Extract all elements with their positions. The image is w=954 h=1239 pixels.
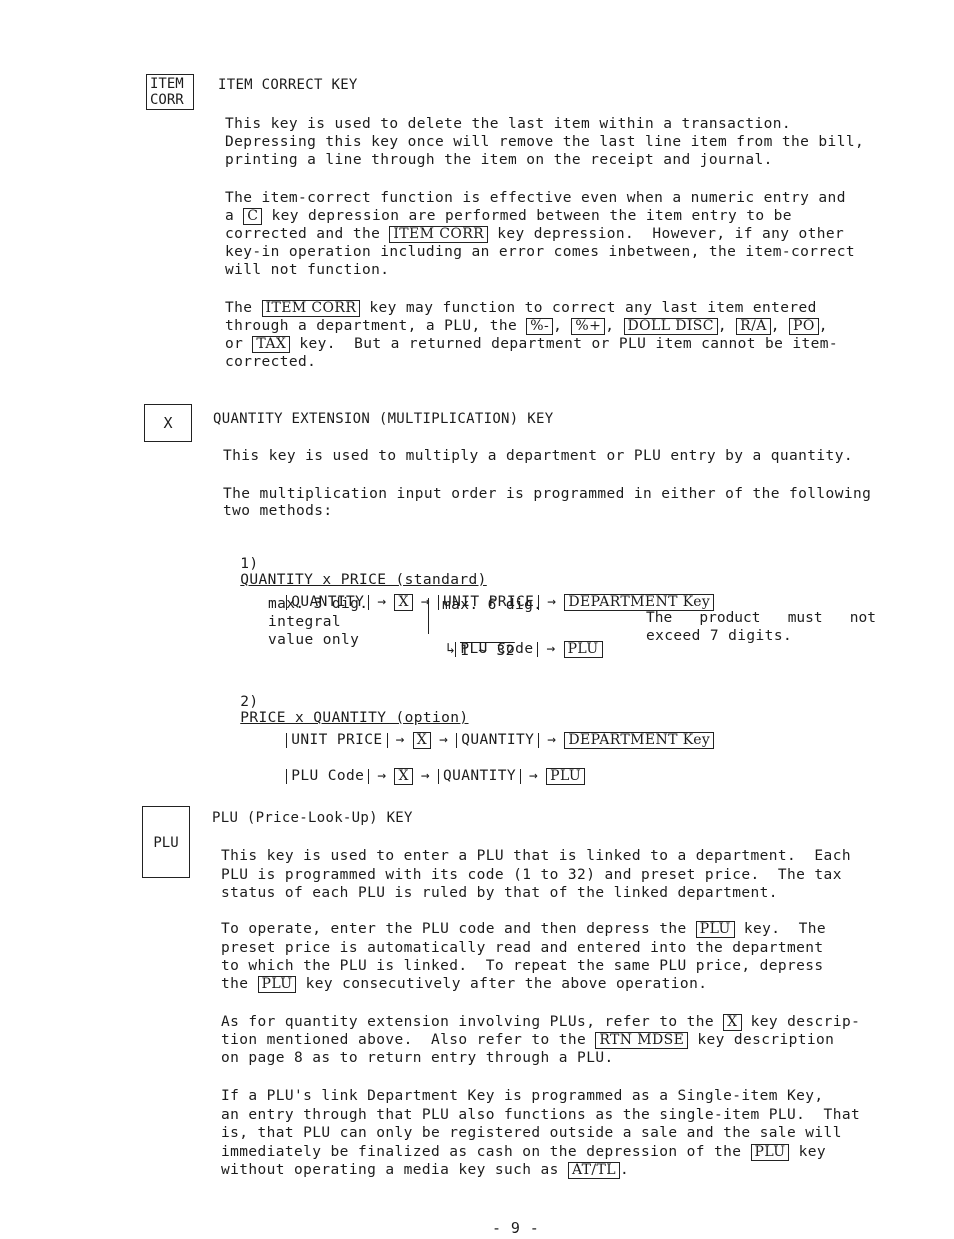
text-line: The ITEM CORR key may function to correc… — [225, 300, 817, 317]
text-line: Depressing this key once will remove the… — [225, 134, 865, 150]
plu-key: PLU — [546, 768, 586, 785]
text-line: PLU is programmed with its code (1 to 32… — [221, 867, 842, 883]
inline-key-plu: PLU — [750, 1144, 790, 1161]
plu-key-icon: PLU — [142, 806, 190, 878]
text-line: two methods: — [223, 503, 333, 519]
section-title-item-correct: ITEM CORRECT KEY — [218, 77, 358, 93]
product-note-line: exceed 7 digits. — [646, 628, 793, 644]
key-label-line: CORR — [150, 92, 184, 108]
inline-key-plu: PLU — [257, 976, 297, 993]
page-number: - 9 - — [492, 1219, 540, 1237]
text-line: corrected and the ITEM CORR key depressi… — [225, 226, 845, 243]
key-label-line: ITEM — [150, 76, 184, 92]
text-line: through a department, a PLU, the %-, %+,… — [225, 318, 828, 335]
plu-key: PLU — [563, 641, 603, 658]
text-line: This key is used to delete the last item… — [225, 116, 792, 132]
arrow-icon: → — [395, 732, 405, 748]
inline-key-r-a: R/A — [736, 318, 771, 335]
text-line: The multiplication input order is progra… — [223, 486, 872, 502]
x-key: X — [394, 594, 413, 611]
key-label: X — [163, 414, 173, 432]
text-line: a C key depression are performed between… — [225, 208, 792, 225]
product-note-line: The product must not — [646, 610, 876, 626]
qty-note: integral — [268, 614, 342, 630]
text-line: As for quantity extension involving PLUs… — [221, 1014, 861, 1031]
inline-key-item-corr: ITEM CORR — [261, 300, 361, 317]
text-line: immediately be finalized as cash on the … — [221, 1144, 827, 1161]
arrow-icon: → — [547, 732, 557, 748]
text-line: status of each PLU is ruled by that of t… — [221, 885, 778, 901]
text-line: to which the PLU is linked. To repeat th… — [221, 958, 824, 974]
arrow-icon: → — [529, 768, 539, 784]
inline-key-tax: TAX — [252, 336, 291, 353]
text-line: printing a line through the item on the … — [225, 152, 773, 168]
unit-price-field: UNIT PRICE — [286, 733, 388, 748]
text-line: the PLU key consecutively after the abov… — [221, 976, 708, 993]
text-line: or TAX key. But a returned department or… — [225, 336, 839, 353]
x-key-icon: X — [144, 404, 192, 442]
method-number: 1) — [240, 556, 259, 572]
text-line: without operating a media key such as AT… — [221, 1162, 630, 1179]
quantity-field: QUANTITY — [437, 769, 522, 784]
text-line: To operate, enter the PLU code and then … — [221, 921, 827, 938]
text-line: preset price is automatically read and e… — [221, 940, 824, 956]
text-line: This key is used to multiply a departmen… — [223, 448, 853, 464]
inline-key-: %- — [526, 318, 554, 335]
inline-key-po: PO — [789, 318, 819, 335]
section-title-plu: PLU (Price-Look-Up) KEY — [212, 810, 413, 826]
plu-range: 1 ~ 32 — [460, 643, 515, 659]
price-note: max. 6 dig. — [442, 597, 543, 613]
arrow-icon: → — [439, 732, 449, 748]
text-line: key-in operation including an error come… — [225, 244, 855, 260]
text-line: The item-correct function is effective e… — [225, 190, 846, 206]
x-key: X — [394, 768, 413, 785]
arrow-icon: → — [377, 768, 387, 784]
section-title-quantity-extension: QUANTITY EXTENSION (MULTIPLICATION) KEY — [213, 411, 554, 427]
inline-key-plu: PLU — [695, 921, 735, 938]
method-2-flow-row: UNIT PRICE → X → QUANTITY → DEPARTMENT Key — [268, 716, 715, 749]
arrow-icon: → — [547, 594, 557, 610]
department-key: DEPARTMENT Key — [564, 594, 715, 611]
method-number: 2) — [240, 694, 259, 710]
text-line: an entry through that PLU also functions… — [221, 1107, 861, 1123]
plu-branch: ↳ PLU Code → PLU — [428, 625, 603, 658]
arrow-icon: → — [546, 641, 556, 657]
inline-key-rtn-mdse: RTN MDSE — [595, 1032, 689, 1049]
text-line: tion mentioned above. Also refer to the … — [221, 1032, 835, 1049]
inline-key-doll-disc: DOLL DISC — [623, 318, 718, 335]
arrow-icon: → — [377, 594, 387, 610]
note-word: product — [699, 610, 761, 626]
text-line: This key is used to enter a PLU that is … — [221, 848, 851, 864]
x-key: X — [412, 732, 432, 749]
quantity-field: QUANTITY — [456, 733, 540, 748]
text-line: If a PLU's link Department Key is progra… — [221, 1088, 824, 1104]
qty-note: value only — [268, 632, 360, 648]
text-line: is, that PLU can only be registered outs… — [221, 1125, 842, 1141]
text-line: on page 8 as to return entry through a P… — [221, 1050, 614, 1066]
arrow-icon: ↳ — [446, 641, 456, 657]
department-key: DEPARTMENT Key — [564, 732, 715, 749]
inline-key-x: X — [723, 1014, 742, 1031]
text-line: corrected. — [225, 354, 317, 370]
inline-key-: %+ — [571, 318, 606, 335]
note-word: not — [849, 610, 876, 626]
method-2-flow-row: PLU Code → X → QUANTITY → PLU — [268, 752, 586, 785]
item-corr-key-icon: ITEM CORR — [146, 74, 194, 110]
inline-key-c: C — [243, 208, 263, 225]
note-word: must — [787, 610, 823, 626]
qty-note: max. 3 dig. — [268, 596, 369, 612]
arrow-icon: → — [420, 768, 430, 784]
note-word: The — [646, 610, 673, 626]
text-line: will not function. — [225, 262, 390, 278]
inline-key-item-corr: ITEM CORR — [389, 226, 489, 243]
inline-key-at-tl: AT/TL — [567, 1162, 620, 1179]
key-label: PLU — [153, 835, 179, 851]
plu-code-field: PLU Code — [286, 769, 370, 784]
